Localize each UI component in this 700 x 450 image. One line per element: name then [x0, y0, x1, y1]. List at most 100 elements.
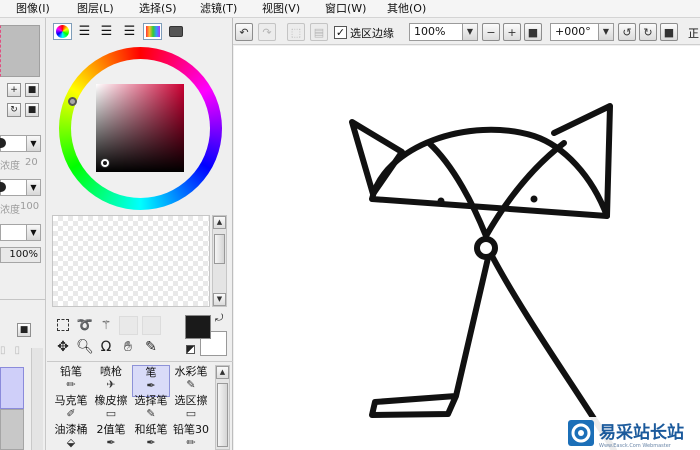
layer-item[interactable]	[0, 409, 24, 450]
reset-icon: ■	[527, 25, 539, 39]
menu-layer[interactable]: 图层(L)	[77, 1, 114, 17]
scroll-thumb[interactable]	[214, 234, 225, 264]
zoom-in-button[interactable]: +	[503, 23, 521, 41]
menu-view[interactable]: 视图(V)	[262, 1, 300, 17]
chevron-down-icon: ▼	[462, 24, 477, 40]
invert-selection-button[interactable]: ▤	[310, 23, 328, 41]
brush-slot[interactable]: 喷枪 ✈	[92, 365, 130, 397]
menu-image[interactable]: 图像(I)	[16, 1, 50, 17]
brush-slot[interactable]: 选区擦 ▭	[172, 394, 210, 426]
brush-slot[interactable]: 马克笔 ✐	[52, 394, 90, 426]
tab-color-wheel[interactable]	[53, 23, 72, 40]
zoom-select[interactable]: 100% ▼	[409, 23, 478, 41]
menu-filter[interactable]: 滤镜(T)	[200, 1, 237, 17]
lasso-tool[interactable]: ➰	[76, 316, 94, 334]
watermark: 易采站长站 Www.Easck.Com Webmaster	[565, 417, 700, 450]
brush-slot[interactable]: 2值笔 ✒	[92, 423, 130, 450]
bucket-icon: ⬙	[66, 436, 76, 449]
zoom-tool[interactable]: 🔍︎	[76, 338, 94, 356]
brush-label: 铅笔	[60, 365, 82, 378]
eyedropper-icon: ✎	[145, 339, 157, 355]
eyedropper-tool[interactable]: ✎	[142, 338, 160, 356]
foreground-color-swatch[interactable]	[185, 315, 211, 339]
brush-slot[interactable]: 选择笔 ✎	[132, 394, 170, 426]
tab-swatches[interactable]: ☰	[120, 23, 139, 40]
watermark-text: 易采站长站	[599, 422, 684, 443]
hue-handle[interactable]	[68, 97, 77, 106]
brush-grid: 铅笔 ✏ 喷枪 ✈ 笔 ✒ 水彩笔 ✎ 马克笔 ✐ 橡皮擦 ▭ 选择笔 ✎ 选区擦 ▭ 油漆桶 ⬙ 2值笔 ✒ 和纸笔 ✒…	[52, 365, 214, 450]
layer-mode-select[interactable]: ▼	[0, 224, 41, 241]
menu-bar: 图像(I) 图层(L) 选择(S) 滤镜(T) 视图(V) 窗口(W) 其他(O…	[0, 0, 700, 18]
sv-handle[interactable]	[101, 159, 109, 167]
brush-slot[interactable]: 铅笔 ✏	[52, 365, 90, 397]
brush-slot[interactable]: 油漆桶 ⬙	[52, 423, 90, 450]
brush-scrollbar[interactable]: ▲	[215, 365, 230, 450]
zoom-out-button[interactable]: −	[482, 23, 500, 41]
hand-tool[interactable]: ✋︎	[119, 338, 137, 356]
brush-slot[interactable]: 水彩笔 ✎	[172, 365, 210, 397]
menu-window[interactable]: 窗口(W)	[325, 1, 366, 17]
menu-select[interactable]: 选择(S)	[139, 1, 177, 17]
scroll-up-icon[interactable]: ▲	[213, 216, 226, 229]
nav-rotate-button[interactable]: ↻	[7, 103, 21, 117]
nav-plus-button[interactable]: +	[7, 83, 21, 97]
opacity-slider[interactable]: 100%	[0, 247, 41, 263]
tab-scratchpad[interactable]	[166, 23, 185, 40]
rotate-reset-button[interactable]: ■	[660, 23, 678, 41]
reset-colors-icon[interactable]	[186, 345, 195, 354]
brush-slot[interactable]: 和纸笔 ✒	[132, 423, 170, 450]
brush-slot[interactable]: 笔 ✒	[132, 365, 170, 397]
nav-reset-button[interactable]: ■	[25, 103, 39, 117]
undo-button[interactable]: ↶	[235, 23, 253, 41]
tab-rgb-sliders[interactable]: ☰	[75, 23, 94, 40]
texture-select[interactable]: ▼	[0, 179, 41, 196]
nav-stop-button[interactable]: ■	[25, 83, 39, 97]
layer-scrollbar[interactable]	[31, 348, 43, 450]
color-wheel-icon	[56, 25, 69, 38]
menu-other[interactable]: 其他(O)	[387, 1, 426, 17]
brush-label: 马克笔	[54, 394, 88, 407]
eraser-icon: ▭	[105, 407, 117, 420]
brush-slot[interactable]: 铅笔30 ✏	[172, 423, 210, 450]
watermark-graphic: 易采站长站 Www.Easck.Com Webmaster	[568, 420, 684, 449]
sliders-icon: ☰	[78, 23, 91, 39]
brush-slot[interactable]: 橡皮擦 ▭	[92, 394, 130, 426]
color-scratchpad[interactable]	[52, 215, 210, 307]
rotate-icon: ↻	[10, 105, 18, 115]
move-tool[interactable]: ✥	[54, 338, 72, 356]
rect-select-tool[interactable]	[54, 316, 72, 334]
redo-button[interactable]: ↷	[258, 23, 276, 41]
magic-wand-icon: ⚚	[100, 318, 112, 332]
flip-label[interactable]: 正	[688, 25, 699, 41]
zoom-reset-button[interactable]: ■	[524, 23, 542, 41]
square-icon: ■	[19, 325, 29, 335]
tab-palette[interactable]	[143, 23, 162, 40]
binary-pen-icon: ✒	[106, 436, 116, 449]
selection-edge-checkbox[interactable]: ✓	[334, 26, 347, 39]
sliders-icon: ☰	[100, 23, 113, 39]
drawing-canvas[interactable]	[234, 46, 700, 450]
scroll-down-icon[interactable]: ▼	[213, 293, 226, 306]
face-right-line	[483, 140, 567, 239]
scroll-up-icon[interactable]: ▲	[216, 366, 229, 379]
scroll-thumb[interactable]	[217, 383, 228, 447]
left-eye-dot	[437, 197, 445, 205]
minus-icon: −	[486, 25, 496, 39]
swap-colors-icon[interactable]: ⤾	[215, 313, 223, 324]
layer-item-selected[interactable]	[0, 367, 24, 409]
rotate-tool[interactable]: Ω	[97, 338, 115, 356]
divider	[0, 299, 46, 300]
blend-mode-select[interactable]: ▼	[0, 135, 41, 152]
scratchpad-scrollbar[interactable]: ▲ ▼	[212, 215, 227, 307]
saturation-value-square[interactable]	[96, 84, 184, 172]
tool-panel: ☰ ☰ ☰ ▲ ▼ ➰ ⚚ ✥ 🔍︎ Ω ✋︎ ✎ ⤾ 铅笔 ✏ 喷枪 ✈ 笔 ✒ 水彩笔 ✎…	[47, 18, 233, 450]
navigator-thumbnail[interactable]	[0, 25, 40, 77]
fox-drawing	[349, 103, 617, 450]
tab-hsv-sliders[interactable]: ☰	[97, 23, 116, 40]
magic-wand-tool[interactable]: ⚚	[97, 316, 115, 334]
deselect-button[interactable]: ⬚	[287, 23, 305, 41]
rotate-right-button[interactable]: ↻	[639, 23, 657, 41]
rotation-select[interactable]: +000° ▼	[550, 23, 614, 41]
layer-button[interactable]: ■	[17, 323, 31, 337]
rotate-left-button[interactable]: ↺	[618, 23, 636, 41]
